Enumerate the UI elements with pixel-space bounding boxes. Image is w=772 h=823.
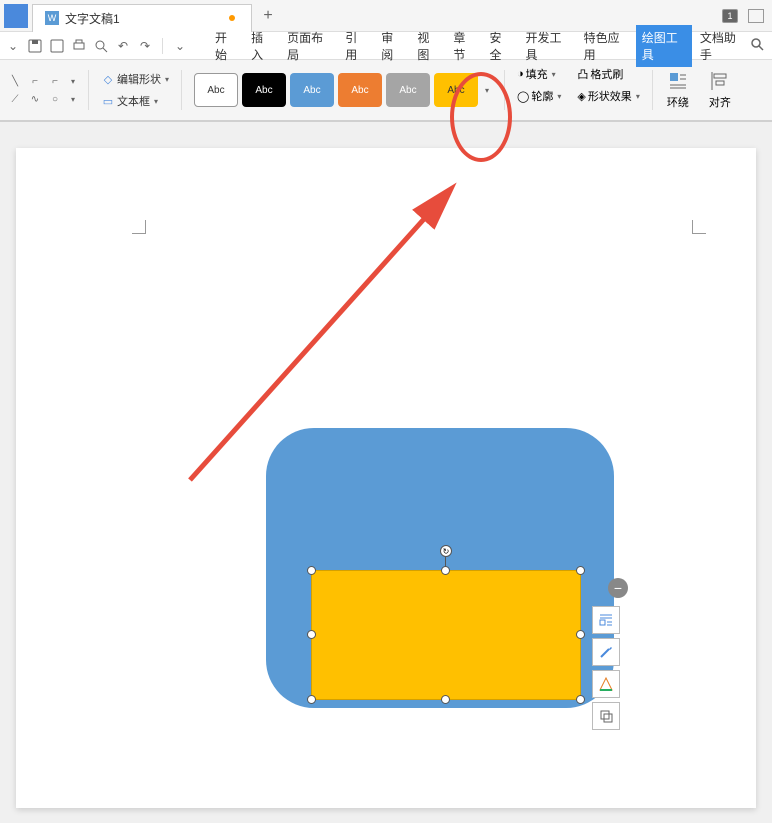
unsaved-indicator-icon (229, 15, 235, 21)
edit-button[interactable] (592, 638, 620, 666)
menu-view[interactable]: 视图 (411, 25, 445, 67)
text-box-label: 文本框 (117, 93, 150, 109)
floating-toolbar: − (592, 578, 628, 730)
arc-shape-icon[interactable]: ∿ (26, 91, 44, 107)
more-styles-icon[interactable]: ▾ (482, 86, 492, 95)
menu-special[interactable]: 特色应用 (578, 25, 634, 67)
line-shape-icon[interactable]: ╲ (6, 73, 24, 89)
brush-icon: 凸 (577, 66, 588, 82)
canvas-area[interactable]: ↻ − (0, 122, 772, 823)
align-label: 对齐 (709, 94, 731, 110)
menu-drawing-tools[interactable]: 绘图工具 (636, 25, 692, 67)
menu-review[interactable]: 审阅 (375, 25, 409, 67)
align-button[interactable]: 对齐 (703, 64, 737, 116)
menu-page-layout[interactable]: 页面布局 (281, 25, 337, 67)
save-as-icon[interactable] (48, 37, 66, 55)
more-lines-icon[interactable]: ▾ (66, 73, 80, 89)
menu-bar: ⌄ ↶ ↷ ⌄ 开始 插入 页面布局 引用 审阅 视图 章节 安全 开发工具 特… (0, 32, 772, 60)
redo-icon[interactable]: ↷ (136, 37, 154, 55)
menu-doc-assistant[interactable]: 文档助手 (694, 25, 750, 67)
print-preview-icon[interactable] (92, 37, 110, 55)
dropdown-icon[interactable]: ⌄ (4, 37, 22, 55)
dropdown2-icon[interactable]: ⌄ (171, 37, 189, 55)
style-gray[interactable]: Abc (386, 73, 430, 107)
menu-security[interactable]: 安全 (483, 25, 517, 67)
edit-shape-button[interactable]: ◇编辑形状▾ (97, 69, 173, 89)
text-box-button[interactable]: ▭文本框▾ (97, 91, 173, 111)
resize-handle-tc[interactable] (441, 566, 450, 575)
edit-shape-label: 编辑形状 (117, 71, 161, 87)
wrap-label: 环绕 (667, 94, 689, 110)
text-box-icon: ▭ (101, 94, 115, 108)
layout-options-button[interactable] (592, 606, 620, 634)
wrap-icon (667, 70, 689, 92)
edit-shape-icon: ◇ (101, 72, 115, 86)
resize-handle-tr[interactable] (576, 566, 585, 575)
outline-button[interactable]: ◯轮廓▾ (513, 86, 565, 106)
edit-group: ◇编辑形状▾ ▭文本框▾ (97, 64, 173, 116)
menu-dev-tools[interactable]: 开发工具 (520, 25, 576, 67)
style-black[interactable]: Abc (242, 73, 286, 107)
format-painter-button[interactable]: 凸格式刷 (573, 64, 643, 84)
document-type-icon: W (45, 11, 59, 25)
outline-icon: ◯ (517, 90, 529, 103)
style-blue[interactable]: Abc (290, 73, 334, 107)
search-icon[interactable] (750, 37, 764, 54)
shape-effect-label: 形状效果 (588, 88, 632, 104)
rectangle-shape-selected[interactable]: ↻ (311, 570, 581, 700)
format-painter-label: 格式刷 (590, 66, 623, 82)
connector-icon[interactable]: ⌐ (46, 73, 64, 89)
fill-label: 填充 (526, 66, 548, 82)
margin-corner-tl-icon (132, 220, 146, 234)
fill-outline-group: ◑填充▾ ◯轮廓▾ (513, 64, 565, 116)
resize-handle-bc[interactable] (441, 695, 450, 704)
fill-button[interactable]: ◑填充▾ (513, 64, 565, 84)
shape-lines-group: ╲ ⌐ ⌐ ▾ ⟋ ∿ ○ ▾ (6, 64, 80, 116)
shape-styles-gallery: Abc Abc Abc Abc Abc Abc ▾ (190, 64, 496, 116)
format-effect-group: 凸格式刷 ◈形状效果▾ (573, 64, 643, 116)
tab-title: 文字文稿1 (65, 10, 229, 27)
more-shapes-icon[interactable]: ▾ (66, 91, 80, 107)
document-tab[interactable]: W 文字文稿1 (32, 4, 252, 32)
ribbon: ╲ ⌐ ⌐ ▾ ⟋ ∿ ○ ▾ ◇编辑形状▾ ▭文本框▾ Abc Abc Abc… (0, 60, 772, 122)
style-white[interactable]: Abc (194, 73, 238, 107)
style-yellow[interactable]: Abc (434, 73, 478, 107)
save-icon[interactable] (26, 37, 44, 55)
curve-shape-icon[interactable]: ⟋ (6, 91, 24, 107)
menu-chapter[interactable]: 章节 (447, 25, 481, 67)
resize-handle-mr[interactable] (576, 630, 585, 639)
effect-icon: ◈ (577, 90, 585, 103)
resize-handle-bl[interactable] (307, 695, 316, 704)
rotate-handle[interactable]: ↻ (440, 545, 452, 557)
margin-corner-tr-icon (692, 220, 706, 234)
notification-badge[interactable]: 1 (722, 9, 738, 23)
title-right: 1 (722, 9, 764, 23)
resize-handle-br[interactable] (576, 695, 585, 704)
document-page[interactable]: ↻ − (16, 148, 756, 808)
print-icon[interactable] (70, 37, 88, 55)
menu-references[interactable]: 引用 (339, 25, 373, 67)
undo-icon[interactable]: ↶ (114, 37, 132, 55)
new-tab-button[interactable]: + (252, 7, 284, 25)
menu-items: 开始 插入 页面布局 引用 审阅 视图 章节 安全 开发工具 特色应用 绘图工具… (209, 25, 750, 67)
loop-shape-icon[interactable]: ○ (46, 91, 64, 107)
shape-effect-button[interactable]: ◈形状效果▾ (573, 86, 643, 106)
shape-button[interactable] (592, 670, 620, 698)
collapse-button[interactable]: − (608, 578, 628, 598)
align-icon (709, 70, 731, 92)
window-control-icon[interactable] (748, 9, 764, 23)
elbow-shape-icon[interactable]: ⌐ (26, 73, 44, 89)
app-icon (4, 4, 28, 28)
outline-label: 轮廓 (531, 88, 553, 104)
wrap-button[interactable]: 环绕 (661, 64, 695, 116)
resize-handle-tl[interactable] (307, 566, 316, 575)
fill-icon: ◑ (517, 68, 524, 80)
resize-handle-ml[interactable] (307, 630, 316, 639)
style-orange[interactable]: Abc (338, 73, 382, 107)
copy-button[interactable] (592, 702, 620, 730)
